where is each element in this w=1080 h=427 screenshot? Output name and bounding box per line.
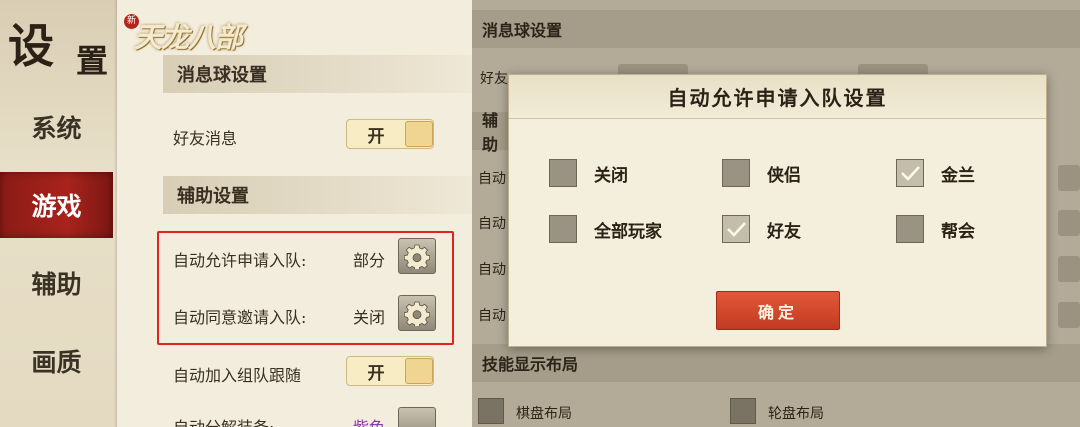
auto-decompose-label: 自动分解装备: [173, 414, 274, 427]
auto-join-follow-toggle[interactable]: 开 [346, 356, 434, 386]
option-guild[interactable]: 帮会 [896, 215, 975, 243]
sidebar-item-assist[interactable]: 辅助 [0, 250, 113, 316]
auto-allow-team-dialog: 自动允许申请入队设置 关闭 侠侣 金兰 全部玩家 好友 帮会 确定 [508, 74, 1047, 347]
option-label: 金兰 [941, 165, 975, 186]
bg-toggle [1058, 165, 1080, 191]
settings-content: 消息球设置 好友消息 开 辅助设置 自动允许申请入队: 部分 自动同意邀请入队:… [117, 0, 472, 427]
option-label: 关闭 [594, 165, 628, 186]
settings-panel: 设 置 系统 游戏 辅助 画质 天龙八部 新 消息球设置 好友消息 开 辅助设置… [0, 0, 472, 427]
confirm-button[interactable]: 确定 [716, 291, 840, 330]
option-label: 好友 [767, 221, 801, 242]
bg-auto-label: 自动 [478, 308, 506, 324]
toggle-label: 开 [367, 126, 385, 147]
bg-toggle [1058, 210, 1080, 236]
bg-section-message-ball: 消息球设置 [472, 10, 1080, 48]
option-label: 侠侣 [767, 165, 801, 186]
bg-section-skill-layout: 技能显示布局 [472, 344, 1080, 382]
bg-wheel-checkbox [730, 398, 756, 424]
bg-chessboard-label: 棋盘布局 [516, 406, 572, 422]
checkmark-icon [901, 166, 920, 181]
sidebar-item-system[interactable]: 系统 [0, 94, 113, 160]
sidebar-item-label: 系统 [31, 114, 82, 143]
dialog-title: 自动允许申请入队设置 [509, 75, 1046, 119]
bg-toggle [1058, 256, 1080, 282]
option-all-players[interactable]: 全部玩家 [549, 215, 662, 243]
highlight-box [157, 231, 454, 345]
bg-section-assist: 辅助 [472, 111, 508, 154]
auto-decompose-settings-button[interactable] [398, 407, 436, 427]
bg-chessboard-checkbox [478, 398, 504, 424]
option-partner[interactable]: 侠侣 [722, 159, 801, 187]
sidebar-item-label: 辅助 [31, 270, 82, 299]
settings-title: 设 [8, 19, 56, 73]
checkbox[interactable] [722, 215, 750, 243]
sidebar-item-label: 画质 [31, 348, 82, 377]
checkbox[interactable] [896, 159, 924, 187]
checkmark-icon [727, 222, 746, 237]
toggle-knob [405, 358, 433, 384]
settings-title-small: 置 [76, 42, 109, 80]
auto-decompose-value: 紫色 [353, 414, 385, 427]
friend-message-toggle[interactable]: 开 [346, 119, 434, 149]
checkbox[interactable] [549, 159, 577, 187]
checkbox[interactable] [549, 215, 577, 243]
option-sworn-sibling[interactable]: 金兰 [896, 159, 975, 187]
bg-auto-label: 自动 [478, 216, 506, 232]
toggle-label: 开 [367, 363, 385, 384]
option-friends[interactable]: 好友 [722, 215, 801, 243]
option-label: 帮会 [941, 221, 975, 242]
bg-auto-label: 自动 [478, 262, 506, 278]
sidebar-item-graphics[interactable]: 画质 [0, 328, 113, 394]
checkbox[interactable] [896, 215, 924, 243]
sidebar: 设 置 系统 游戏 辅助 画质 [0, 0, 117, 427]
sidebar-item-game[interactable]: 游戏 [0, 172, 113, 238]
bg-friend-label: 好友 [480, 71, 508, 87]
auto-join-follow-label: 自动加入组队跟随 [173, 366, 302, 385]
section-assist: 辅助设置 [163, 176, 472, 214]
bg-wheel-label: 轮盘布局 [768, 406, 824, 422]
toggle-knob [405, 121, 433, 147]
bg-auto-label: 自动 [478, 171, 506, 187]
checkbox[interactable] [722, 159, 750, 187]
option-close[interactable]: 关闭 [549, 159, 628, 187]
bg-toggle [1058, 302, 1080, 328]
sidebar-item-label: 游戏 [31, 192, 82, 221]
friend-message-label: 好友消息 [173, 129, 238, 148]
option-label: 全部玩家 [594, 221, 662, 242]
section-message-ball: 消息球设置 [163, 55, 472, 93]
